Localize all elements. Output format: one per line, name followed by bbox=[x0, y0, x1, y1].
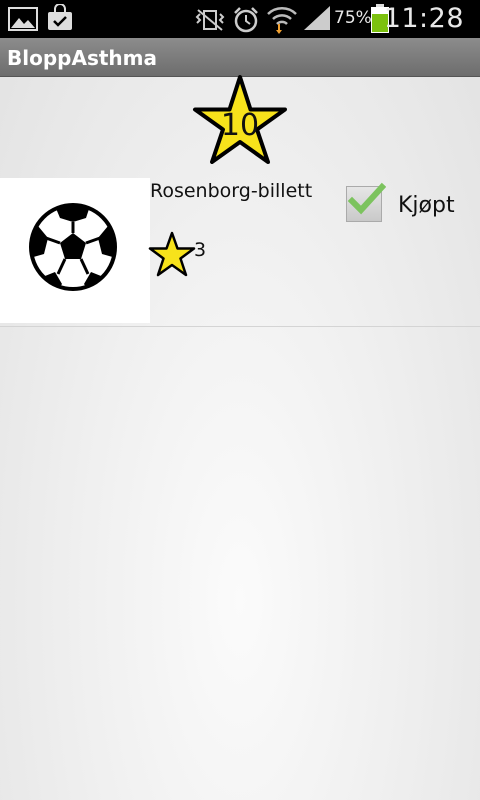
alarm-icon bbox=[234, 7, 258, 33]
divider bbox=[0, 326, 480, 327]
app-title: BloppAsthma bbox=[7, 46, 157, 70]
vibrate-mute-icon bbox=[195, 9, 225, 31]
shopping-bag-icon bbox=[48, 4, 72, 30]
item-image bbox=[0, 178, 150, 323]
wifi-icon bbox=[267, 7, 297, 34]
status-bar: 75% 11:28 bbox=[0, 0, 480, 38]
signal-icon bbox=[304, 6, 330, 30]
clock-time: 11:28 bbox=[383, 3, 464, 34]
purchased-checkbox[interactable] bbox=[346, 182, 386, 222]
item-name: Rosenborg-billett bbox=[150, 180, 313, 202]
list-item[interactable]: Rosenborg-billett 3 Kjøpt bbox=[0, 178, 480, 326]
soccer-ball-icon bbox=[29, 203, 117, 291]
checkmark-icon bbox=[347, 182, 386, 215]
item-cost: 3 bbox=[194, 239, 207, 261]
battery-percent: 75% bbox=[334, 8, 372, 28]
points-value: 10 bbox=[220, 108, 260, 143]
gallery-icon bbox=[8, 7, 38, 31]
purchased-label[interactable]: Kjøpt bbox=[398, 193, 455, 218]
action-bar: BloppAsthma bbox=[0, 38, 480, 77]
cost-star-icon bbox=[148, 231, 196, 277]
